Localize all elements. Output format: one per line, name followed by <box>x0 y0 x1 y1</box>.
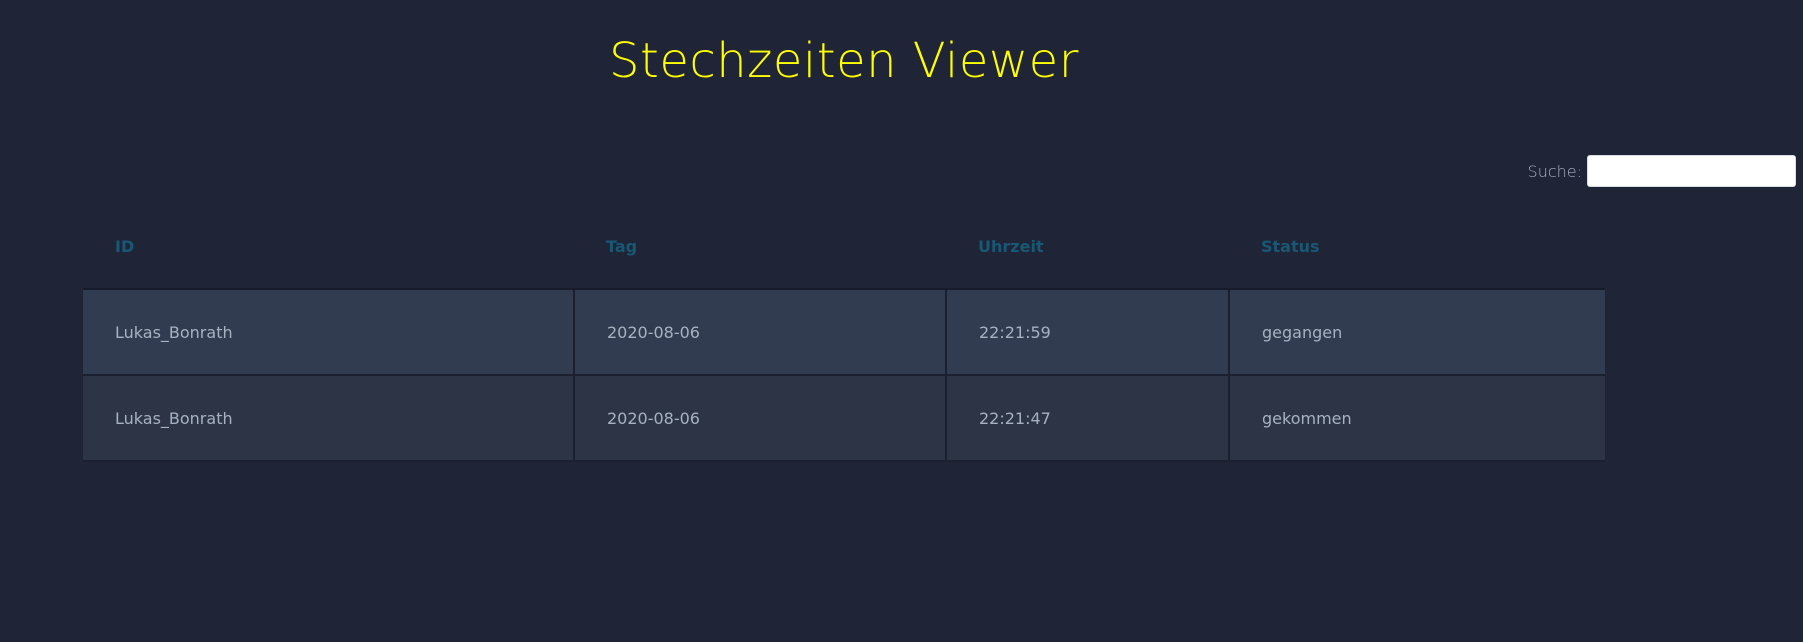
search-label: Suche: <box>1527 161 1582 181</box>
cell-uhrzeit: 22:21:47 <box>946 375 1230 462</box>
table-row[interactable]: Lukas_Bonrath 2020-08-06 22:21:59 gegang… <box>83 289 1605 376</box>
cell-id: Lukas_Bonrath <box>83 375 575 462</box>
column-header-uhrzeit[interactable]: Uhrzeit <box>946 204 1229 290</box>
table-header-row: ID Tag Uhrzeit Status <box>83 204 1605 290</box>
stechzeiten-table: ID Tag Uhrzeit Status Lukas_Bonrath 2020… <box>83 204 1605 462</box>
search-input[interactable] <box>1587 155 1796 187</box>
cell-id: Lukas_Bonrath <box>83 289 575 376</box>
cell-tag: 2020-08-06 <box>574 289 947 376</box>
table-row[interactable]: Lukas_Bonrath 2020-08-06 22:21:47 gekomm… <box>83 375 1605 462</box>
cell-status: gegangen <box>1229 289 1605 376</box>
search-area: Suche: <box>1528 155 1796 187</box>
cell-tag: 2020-08-06 <box>574 375 947 462</box>
column-header-tag[interactable]: Tag <box>574 204 946 290</box>
cell-uhrzeit: 22:21:59 <box>946 289 1230 376</box>
column-header-status[interactable]: Status <box>1229 204 1605 290</box>
cell-status: gekommen <box>1229 375 1605 462</box>
page-title: Stechzeiten Viewer <box>609 33 1079 89</box>
column-header-id[interactable]: ID <box>83 204 574 290</box>
